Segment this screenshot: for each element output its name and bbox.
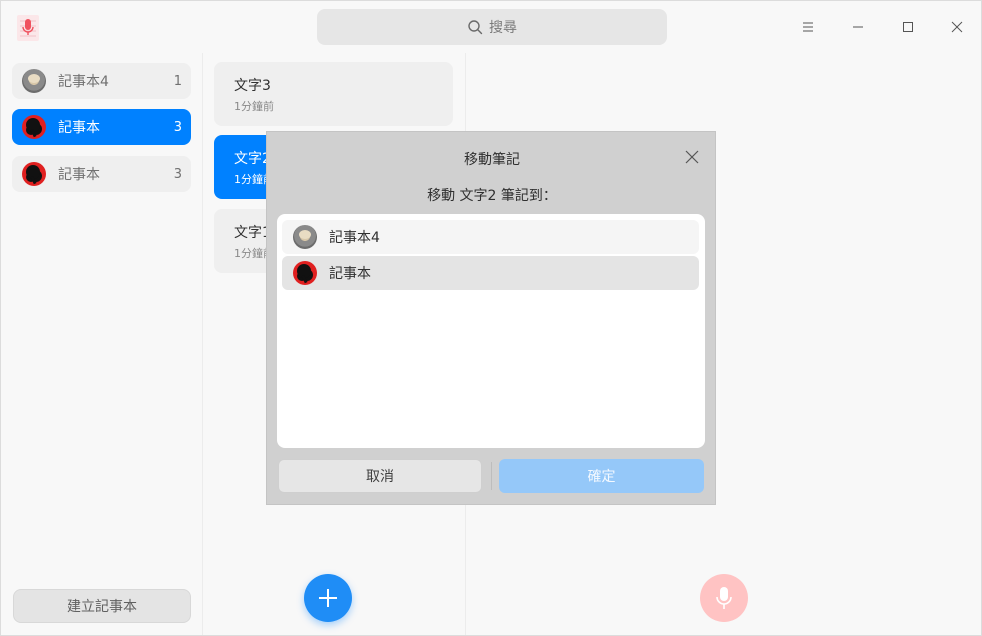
notebook-avatar [22,162,46,186]
target-notebook-name: 記事本 [329,266,371,282]
dialog-message: 移動 文字2 筆記到： [427,188,557,204]
note-time: 1分鐘前 [234,100,274,113]
notebook-name: 記事本4 [58,74,109,90]
notebook-item[interactable]: 記事本 3 [12,156,191,192]
notebook-count: 3 [173,119,182,135]
notebook-sidebar: 記事本4 1 記事本 3 記事本 3 建立記事本 [1,53,203,635]
notebook-item[interactable]: 記事本 3 [12,109,191,145]
button-divider [491,462,492,490]
search-placeholder: 搜尋 [489,20,517,36]
close-icon[interactable] [685,150,699,164]
move-note-dialog: 移動筆記 移動 文字2 筆記到： 記事本4 記事本 取消 確定 [266,131,716,505]
create-notebook-button[interactable]: 建立記事本 [13,589,191,623]
minimize-icon [853,26,863,28]
titlebar: 搜尋 [1,1,981,53]
voice-note-icon [17,15,39,41]
close-button[interactable] [942,11,972,43]
search-input[interactable]: 搜尋 [317,9,667,45]
notebook-avatar [22,115,46,139]
note-title: 文字3 [234,78,271,94]
target-notebook-list: 記事本4 記事本 [277,214,705,448]
minimize-button[interactable] [843,11,873,43]
menu-button[interactable] [793,11,823,43]
plus-icon [319,589,337,607]
maximize-icon [903,22,913,32]
notebook-count: 3 [173,166,182,182]
record-voice-button[interactable] [700,574,748,622]
maximize-button[interactable] [893,11,923,43]
confirm-button[interactable]: 確定 [499,459,704,493]
close-icon [951,21,963,33]
notebook-avatar [293,225,317,249]
notebook-name: 記事本 [58,120,100,136]
menu-icon [803,22,813,32]
notebook-count: 1 [173,73,182,89]
target-notebook-item[interactable]: 記事本4 [282,220,699,254]
target-notebook-item[interactable]: 記事本 [282,256,699,290]
note-item[interactable]: 文字3 1分鐘前 [214,62,453,126]
add-note-button[interactable] [304,574,352,622]
notebook-avatar [293,261,317,285]
search-icon [468,20,483,35]
notebook-item[interactable]: 記事本4 1 [12,63,191,99]
microphone-icon [716,587,732,609]
notebook-name: 記事本 [58,167,100,183]
target-notebook-name: 記事本4 [329,230,380,246]
cancel-button[interactable]: 取消 [278,459,482,493]
notebook-avatar [22,69,46,93]
dialog-title: 移動筆記 [464,152,520,168]
